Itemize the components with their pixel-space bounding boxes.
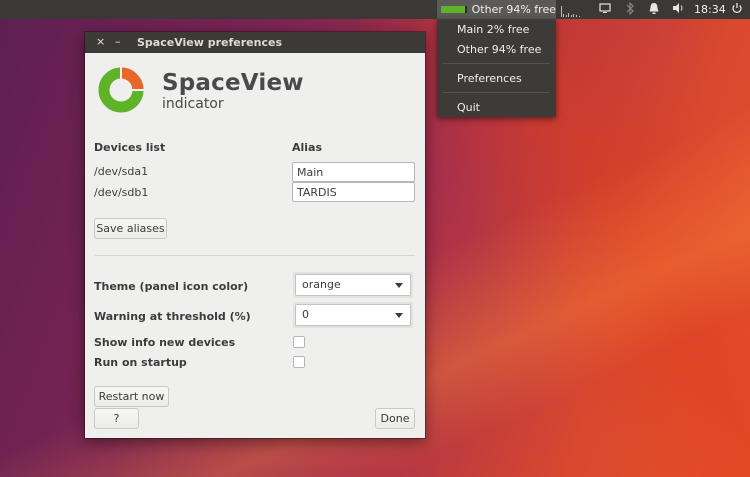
devices-header: Devices list <box>94 141 166 154</box>
done-button[interactable]: Done <box>375 408 415 429</box>
threshold-label: Warning at threshold (%) <box>94 310 251 323</box>
spaceview-logo <box>98 67 144 113</box>
chevron-down-icon <box>395 313 403 318</box>
notification-bell-icon[interactable] <box>648 2 660 19</box>
window-titlebar[interactable]: × – SpaceView preferences <box>85 32 425 53</box>
disk-usage-bar <box>441 6 467 13</box>
app-subtitle: indicator <box>162 96 224 112</box>
theme-label: Theme (panel icon color) <box>94 280 249 293</box>
theme-select[interactable]: orange <box>295 274 411 296</box>
indicator-menu: Main 2% free Other 94% free Preferences … <box>437 19 556 117</box>
chevron-down-icon <box>395 283 403 288</box>
alias-header: Alias <box>292 141 323 154</box>
app-name: SpaceView <box>162 70 304 96</box>
minimize-icon[interactable]: – <box>115 35 121 49</box>
window-title: SpaceView preferences <box>137 36 282 49</box>
display-icon[interactable] <box>599 2 611 18</box>
divider <box>95 255 415 256</box>
theme-value: orange <box>302 278 341 291</box>
threshold-value: 0 <box>302 308 309 321</box>
menu-separator <box>443 63 550 64</box>
preferences-window: × – SpaceView preferences SpaceView indi… <box>85 32 425 438</box>
help-button[interactable]: ? <box>94 408 139 429</box>
top-panel: Other 94% free 18:34 <box>0 0 750 19</box>
device-path: /dev/sdb1 <box>94 186 149 199</box>
show-info-label: Show info new devices <box>94 336 236 349</box>
threshold-select[interactable]: 0 <box>295 304 411 326</box>
save-aliases-button[interactable]: Save aliases <box>94 218 167 239</box>
theme-combo-frame: orange <box>293 272 413 298</box>
run-startup-checkbox[interactable] <box>293 356 305 368</box>
indicator-label: Other 94% free <box>471 3 556 16</box>
disk-usage-fill <box>441 6 466 13</box>
volume-icon[interactable] <box>672 2 685 18</box>
threshold-combo-frame: 0 <box>293 302 413 328</box>
show-info-checkbox[interactable] <box>293 336 305 348</box>
alias-field-tardis[interactable] <box>292 182 415 202</box>
menu-separator <box>443 92 550 93</box>
menu-item-main[interactable]: Main 2% free <box>457 23 529 36</box>
device-path: /dev/sda1 <box>94 165 149 178</box>
spaceview-indicator[interactable]: Other 94% free <box>437 0 556 19</box>
menu-item-other[interactable]: Other 94% free <box>457 43 541 56</box>
bluetooth-icon[interactable] <box>625 1 635 19</box>
usage-graph-icon[interactable] <box>559 4 585 17</box>
close-icon[interactable]: × <box>96 35 105 49</box>
power-icon[interactable] <box>731 2 743 18</box>
menu-item-preferences[interactable]: Preferences <box>457 72 522 85</box>
menu-item-quit[interactable]: Quit <box>457 101 480 114</box>
clock[interactable]: 18:34 <box>694 2 726 17</box>
restart-now-button[interactable]: Restart now <box>94 386 169 407</box>
alias-field-main[interactable] <box>292 162 415 182</box>
run-startup-label: Run on startup <box>94 356 187 369</box>
